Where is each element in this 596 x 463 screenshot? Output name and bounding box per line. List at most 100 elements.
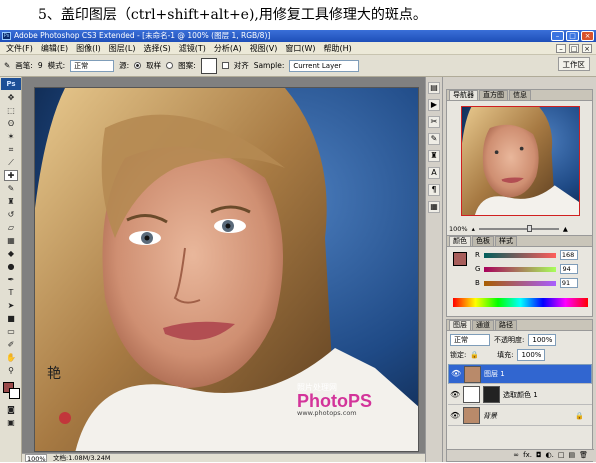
- pattern-picker[interactable]: [200, 57, 217, 74]
- red-value[interactable]: 168: [559, 250, 578, 260]
- type-tool-icon[interactable]: T: [4, 287, 18, 298]
- menu-edit[interactable]: 编辑(E): [37, 43, 72, 54]
- history-brush-icon[interactable]: ↺: [4, 209, 18, 220]
- zoom-tool-icon[interactable]: ⚲: [4, 365, 18, 376]
- actions-icon[interactable]: ▶: [428, 99, 440, 111]
- close-button[interactable]: ×: [581, 31, 594, 41]
- marquee-tool-icon[interactable]: ⬚: [4, 105, 18, 116]
- background-color[interactable]: [9, 388, 20, 399]
- slice-tool-icon[interactable]: ⟋: [4, 157, 18, 168]
- blue-slider[interactable]: [483, 280, 556, 286]
- tab-info[interactable]: 信息: [509, 90, 531, 100]
- healing-tool-icon[interactable]: ✚: [4, 170, 18, 181]
- shape-tool-icon[interactable]: ■: [4, 313, 18, 324]
- move-tool-icon[interactable]: ✥: [4, 92, 18, 103]
- red-slider[interactable]: [483, 252, 556, 258]
- tab-swatches[interactable]: 色板: [472, 236, 494, 246]
- lock-icon[interactable]: 🔒: [470, 351, 479, 359]
- link-layers-icon[interactable]: ∞: [513, 450, 519, 461]
- menu-help[interactable]: 帮助(H): [320, 43, 356, 54]
- minimize-button[interactable]: –: [551, 31, 564, 41]
- color-ramp[interactable]: [453, 298, 588, 307]
- pen-tool-icon[interactable]: ✒: [4, 274, 18, 285]
- tool-presets-icon[interactable]: ✂: [428, 116, 440, 128]
- blur-tool-icon[interactable]: ◆: [4, 248, 18, 259]
- menu-filter[interactable]: 滤镜(T): [175, 43, 210, 54]
- visibility-eye-icon[interactable]: 👁: [450, 411, 460, 421]
- layer-row[interactable]: 👁 图层 1: [448, 364, 592, 384]
- layer-comps-icon[interactable]: ▦: [428, 201, 440, 213]
- menu-analysis[interactable]: 分析(A): [210, 43, 246, 54]
- gradient-tool-icon[interactable]: ▦: [4, 235, 18, 246]
- paragraph-icon[interactable]: ¶: [428, 184, 440, 196]
- tab-layers[interactable]: 图层: [449, 320, 471, 330]
- tab-styles[interactable]: 样式: [495, 236, 517, 246]
- color-swatches[interactable]: [1, 380, 21, 400]
- sample-radio[interactable]: [134, 62, 142, 69]
- layer-row[interactable]: 👁 背景 🔒: [448, 406, 592, 426]
- tab-color[interactable]: 颜色: [449, 236, 471, 246]
- doc-restore-button[interactable]: □: [569, 43, 579, 53]
- zoom-field[interactable]: 100%: [25, 454, 47, 463]
- brushes-icon[interactable]: ✎: [428, 133, 440, 145]
- adjustment-layer-icon[interactable]: ◐.: [546, 450, 554, 461]
- visibility-eye-icon[interactable]: 👁: [451, 369, 461, 379]
- brush-size[interactable]: 9: [38, 61, 43, 70]
- hand-tool-icon[interactable]: ✋: [4, 352, 18, 363]
- quick-mask-icon[interactable]: ◙: [4, 404, 18, 415]
- history-icon[interactable]: ▤: [428, 82, 440, 94]
- document-canvas[interactable]: 艳 照片处理网 PhotoPS www.photops.com: [34, 87, 419, 452]
- sample-select[interactable]: Current Layer: [289, 59, 360, 72]
- mode-select[interactable]: 正常: [70, 59, 115, 72]
- pattern-radio[interactable]: [166, 62, 174, 69]
- dodge-tool-icon[interactable]: ●: [4, 261, 18, 272]
- doc-close-button[interactable]: ×: [582, 43, 592, 53]
- visibility-eye-icon[interactable]: 👁: [450, 390, 460, 400]
- tab-paths[interactable]: 路径: [495, 320, 517, 330]
- delete-layer-icon[interactable]: 🗑: [579, 450, 588, 461]
- path-select-icon[interactable]: ➤: [4, 300, 18, 311]
- zoom-in-icon[interactable]: ▲: [563, 225, 568, 233]
- healing-brush-icon[interactable]: ✎: [4, 61, 10, 70]
- stamp-tool-icon[interactable]: ♜: [4, 196, 18, 207]
- lasso-tool-icon[interactable]: ʘ: [4, 118, 18, 129]
- menu-window[interactable]: 窗口(W): [281, 43, 319, 54]
- maximize-button[interactable]: □: [566, 31, 579, 41]
- blend-mode-select[interactable]: 正常: [450, 334, 490, 346]
- character-icon[interactable]: A: [428, 167, 440, 179]
- add-mask-icon[interactable]: ◘: [536, 450, 542, 461]
- fill-field[interactable]: 100%: [517, 349, 546, 361]
- clone-source-icon[interactable]: ♜: [428, 150, 440, 162]
- menu-image[interactable]: 图像(I): [72, 43, 105, 54]
- opacity-field[interactable]: 100%: [528, 334, 557, 346]
- navigator-zoom[interactable]: 100%: [449, 225, 468, 233]
- navigator-zoom-slider[interactable]: [478, 225, 559, 232]
- new-layer-icon[interactable]: ▤: [568, 450, 575, 461]
- green-value[interactable]: 94: [560, 264, 579, 274]
- eraser-tool-icon[interactable]: ▱: [4, 222, 18, 233]
- aligned-checkbox[interactable]: [221, 62, 229, 69]
- screen-mode-icon[interactable]: ▣: [4, 417, 18, 428]
- green-slider[interactable]: [484, 266, 557, 272]
- doc-minimize-button[interactable]: –: [556, 43, 566, 53]
- tab-navigator[interactable]: 导航器: [449, 90, 478, 100]
- menu-select[interactable]: 选择(S): [139, 43, 174, 54]
- workspace-button[interactable]: 工作区: [557, 57, 590, 71]
- magic-wand-icon[interactable]: ✶: [4, 131, 18, 142]
- brush-tool-icon[interactable]: ✎: [4, 183, 18, 194]
- blue-value[interactable]: 91: [559, 278, 578, 288]
- new-group-icon[interactable]: □: [558, 450, 565, 461]
- menu-layer[interactable]: 图层(L): [105, 43, 140, 54]
- layer-row[interactable]: 👁 选取颜色 1: [448, 385, 592, 405]
- color-foreground-swatch[interactable]: [453, 252, 467, 266]
- eyedropper-icon[interactable]: ✐: [4, 339, 18, 350]
- menu-view[interactable]: 视图(V): [246, 43, 282, 54]
- layer-style-icon[interactable]: fx.: [523, 450, 532, 461]
- navigator-preview[interactable]: [461, 106, 580, 216]
- menu-file[interactable]: 文件(F): [2, 43, 37, 54]
- notes-tool-icon[interactable]: ▭: [4, 326, 18, 337]
- tab-histogram[interactable]: 直方图: [479, 90, 508, 100]
- zoom-out-icon[interactable]: ▴: [472, 225, 475, 233]
- tab-channels[interactable]: 通道: [472, 320, 494, 330]
- crop-tool-icon[interactable]: ⌗: [4, 144, 18, 155]
